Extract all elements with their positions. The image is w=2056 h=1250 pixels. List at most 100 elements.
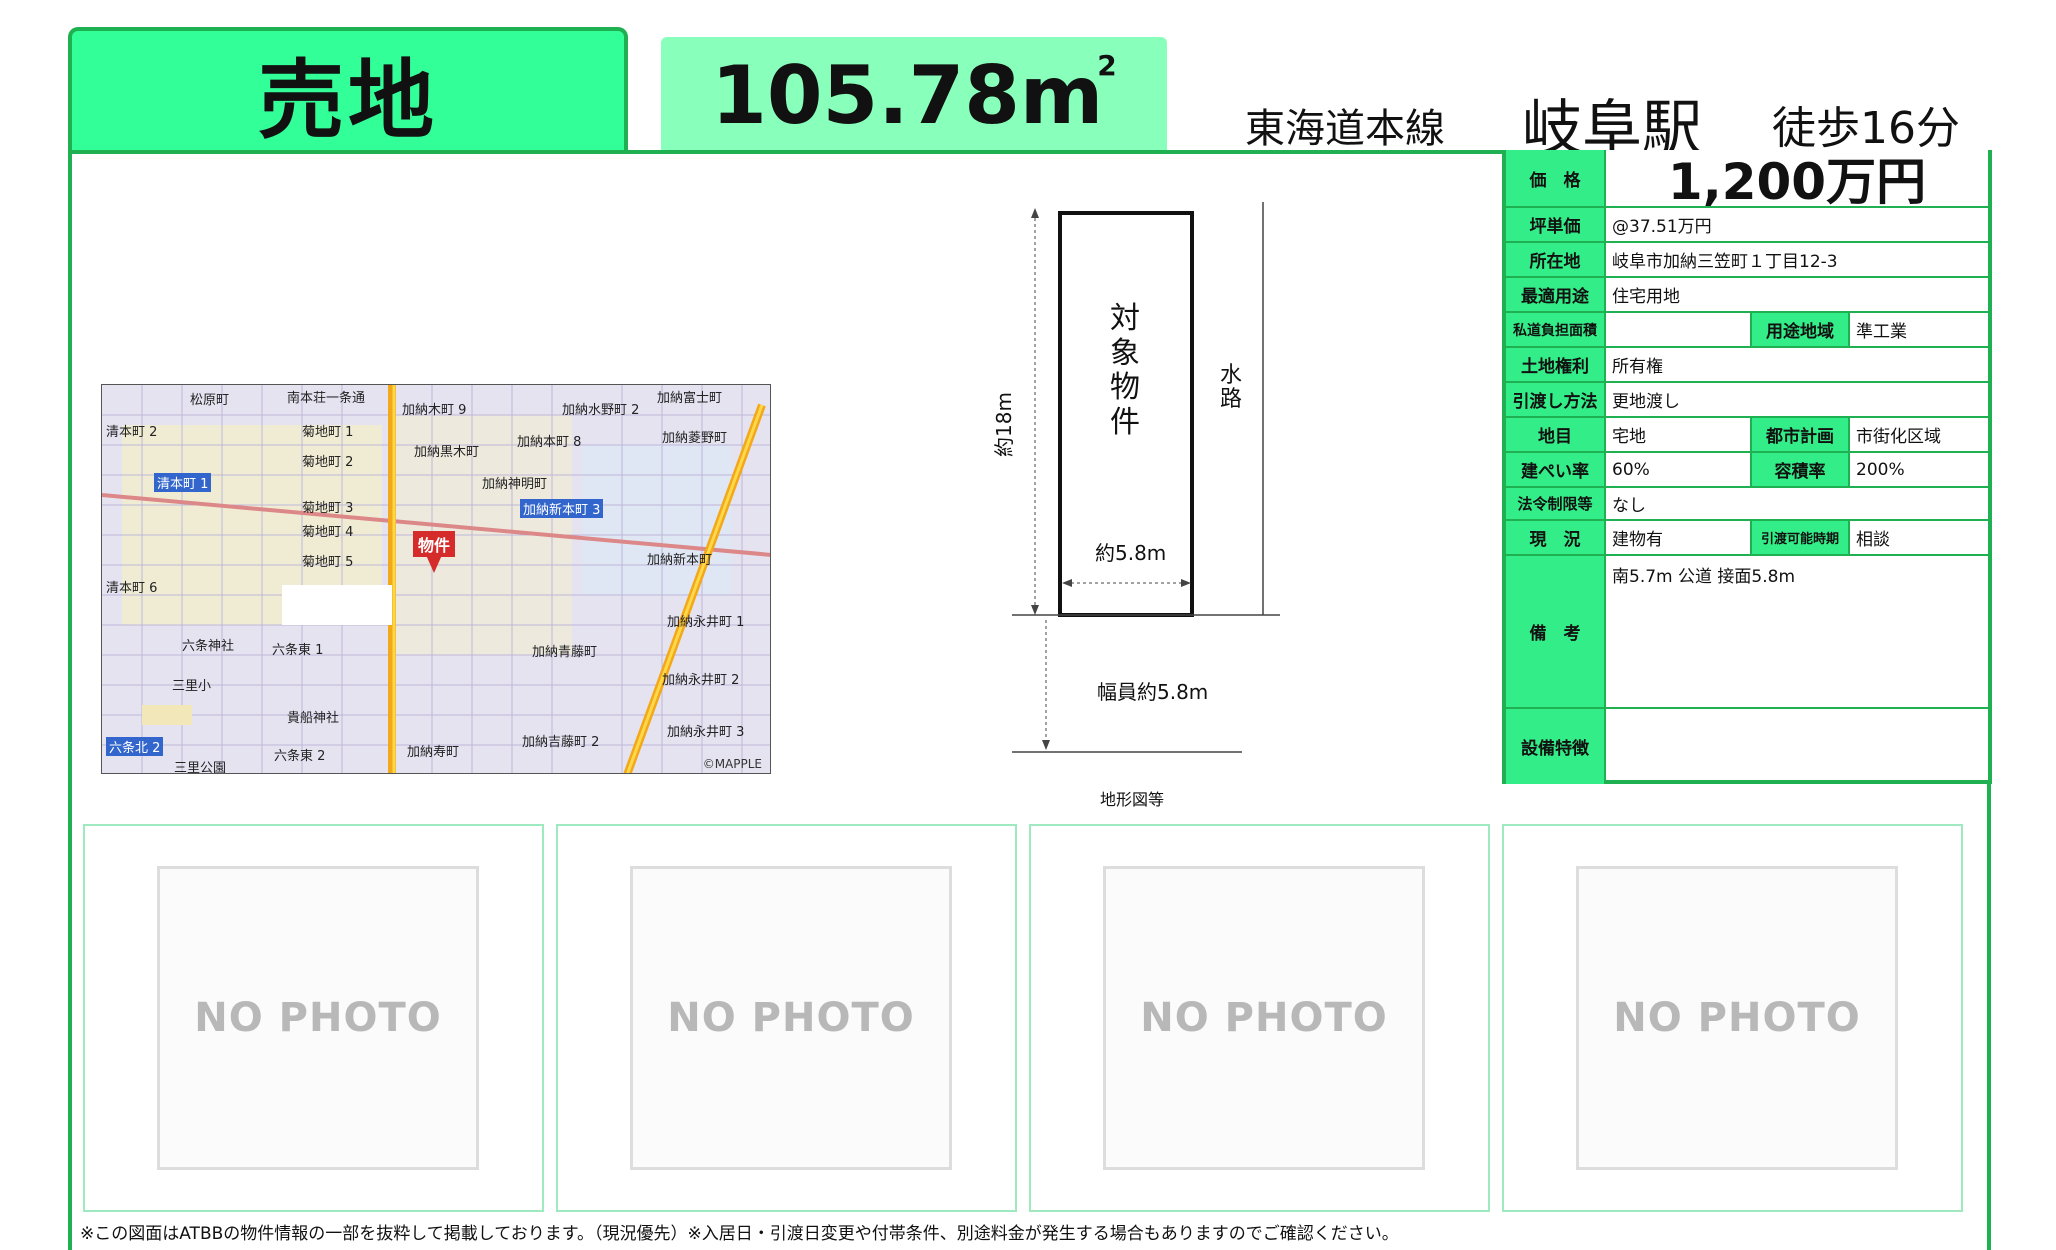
area-unit-sup: 2 — [1097, 48, 1117, 82]
category-tab: 売地 — [68, 27, 628, 153]
tsubo-price-label: 坪単価 — [1506, 208, 1606, 241]
row-land-category: 地目 宅地 都市計画 市街化区域 — [1506, 418, 1988, 453]
depth-dimension: 約18m — [991, 392, 1016, 457]
row-legal-limits: 法令制限等 なし — [1506, 488, 1988, 521]
map-label: 加納富士町 — [657, 391, 723, 406]
map-label: 加納永井町 2 — [662, 673, 740, 688]
map-label: 清本町 6 — [106, 581, 158, 596]
photo-slot-4[interactable]: NO PHOTO — [1502, 824, 1963, 1212]
city-plan-value: 市街化区域 — [1856, 427, 1941, 447]
map-label: 菊地町 4 — [302, 525, 354, 540]
land-category-label: 地目 — [1506, 418, 1606, 451]
delivery-value: 更地渡し — [1612, 392, 1680, 412]
price-value: 1,200万円 — [1667, 153, 1927, 211]
map-label: 加納黒木町 — [414, 445, 480, 460]
waterway-label: 水路 — [1220, 363, 1243, 413]
map-label: 菊地町 2 — [302, 455, 354, 470]
map-label: 菊地町 3 — [302, 501, 354, 516]
location-value: 岐阜市加納三笠町１丁目12-3 — [1612, 252, 1838, 272]
map-label: 六条東 1 — [272, 643, 324, 658]
status-label: 現 況 — [1506, 521, 1606, 554]
coverage-value: 60% — [1606, 453, 1752, 486]
diagram-caption: 地形図等 — [1100, 790, 1165, 809]
property-marker-badge: 物件 — [413, 531, 456, 557]
no-photo-placeholder: NO PHOTO — [1103, 866, 1425, 1170]
map-credit: ©MAPPLE — [702, 757, 762, 771]
row-remarks: 備 考 南5.7m 公道 接面5.8m — [1506, 556, 1988, 709]
no-photo-placeholder: NO PHOTO — [1576, 866, 1898, 1170]
coverage-label: 建ぺい率 — [1506, 453, 1606, 486]
photo-slot-1[interactable]: NO PHOTO — [83, 824, 544, 1212]
map-label: 三里小 — [172, 679, 212, 694]
city-plan-label: 都市計画 — [1752, 418, 1850, 451]
railway-line: 東海道本線 — [1245, 106, 1445, 152]
remarks-value: 南5.7m 公道 接面5.8m — [1612, 567, 1795, 587]
private-road-value — [1606, 313, 1752, 346]
use-zone-label: 用途地域 — [1752, 313, 1850, 346]
photo-slot-3[interactable]: NO PHOTO — [1029, 824, 1490, 1212]
legal-limits-value: なし — [1612, 496, 1646, 516]
map-label: 加納菱野町 — [662, 431, 728, 446]
land-right-label: 土地権利 — [1506, 348, 1606, 381]
row-status: 現 況 建物有 引渡可能時期 相談 — [1506, 521, 1988, 556]
handover-time-label: 引渡可能時期 — [1752, 521, 1850, 554]
map-label: 加納永井町 1 — [667, 615, 745, 630]
map-label: 菊地町 1 — [302, 425, 354, 440]
row-tsubo-price: 坪単価 @37.51万円 — [1506, 208, 1988, 243]
disclaimer-footnote: ※この図面はATBBの物件情報の一部を抜粋して掲載しております。（現況優先）※入… — [80, 1224, 1399, 1244]
map-label: 加納本町 8 — [517, 435, 582, 450]
map-label: 清本町 2 — [106, 425, 158, 440]
delivery-label: 引渡し方法 — [1506, 383, 1606, 416]
location-map[interactable]: 松原町 南本荘一条通 加納富士町 清本町 2 菊地町 1 加納木町 9 加納水野… — [101, 384, 771, 774]
map-label: 六条北 2 — [106, 737, 164, 756]
row-price: 価 格 1,200万円 — [1506, 150, 1988, 211]
map-label: 清本町 1 — [154, 473, 212, 492]
property-pin-icon — [426, 555, 442, 573]
map-label: 加納永井町 3 — [667, 725, 745, 740]
map-label: 菊地町 5 — [302, 555, 354, 570]
map-label: 松原町 — [190, 393, 230, 408]
map-label: 加納寿町 — [407, 745, 460, 760]
map-label: 六条神社 — [182, 639, 235, 654]
area-tab: 105.78m 2 — [661, 37, 1167, 153]
map-label: 六条東 2 — [274, 749, 326, 764]
frontage-dimension: 約5.8m — [1095, 541, 1167, 565]
equipment-value — [1606, 709, 1988, 784]
map-label: 加納神明町 — [482, 477, 548, 492]
status-value: 建物有 — [1606, 521, 1752, 554]
row-coverage: 建ぺい率 60% 容積率 200% — [1506, 453, 1988, 488]
photo-slot-2[interactable]: NO PHOTO — [556, 824, 1017, 1212]
floor-ratio-value: 200% — [1856, 459, 1905, 480]
map-label: 三里公園 — [174, 761, 227, 774]
tsubo-price-value: @37.51万円 — [1612, 217, 1712, 237]
map-label: 貴船神社 — [287, 711, 340, 726]
row-best-use: 最適用途 住宅用地 — [1506, 278, 1988, 313]
floor-ratio-label: 容積率 — [1752, 453, 1850, 486]
land-category-value: 宅地 — [1606, 418, 1752, 451]
no-photo-placeholder: NO PHOTO — [157, 866, 479, 1170]
handover-time-value: 相談 — [1856, 530, 1890, 550]
map-label: 加納吉藤町 2 — [522, 735, 600, 750]
best-use-label: 最適用途 — [1506, 278, 1606, 311]
no-photo-placeholder: NO PHOTO — [630, 866, 952, 1170]
land-right-value: 所有権 — [1612, 357, 1663, 377]
map-label: 加納新本町 3 — [520, 499, 604, 518]
row-delivery: 引渡し方法 更地渡し — [1506, 383, 1988, 418]
target-property-label: 対象物件 — [1110, 301, 1140, 440]
map-label: 加納木町 9 — [402, 403, 467, 418]
property-info-table: 価 格 1,200万円 坪単価 @37.51万円 所在地 岐阜市加納三笠町１丁目… — [1502, 150, 1992, 784]
legal-limits-label: 法令制限等 — [1506, 488, 1606, 519]
road-width-dimension: 幅員約5.8m — [1097, 680, 1209, 704]
row-location: 所在地 岐阜市加納三笠町１丁目12-3 — [1506, 243, 1988, 278]
location-label: 所在地 — [1506, 243, 1606, 276]
remarks-label: 備 考 — [1506, 556, 1606, 707]
land-diagram: 対象物件 水路 約18m 約5.8m 幅員約5.8m — [990, 190, 1310, 770]
row-equipment: 設備特徴 — [1506, 709, 1988, 784]
price-label: 価 格 — [1506, 150, 1606, 206]
best-use-value: 住宅用地 — [1612, 287, 1680, 307]
map-label: 加納青藤町 — [532, 645, 598, 660]
area-value: 105.78m — [711, 48, 1104, 142]
use-zone-value: 準工業 — [1856, 322, 1907, 342]
row-land-right: 土地権利 所有権 — [1506, 348, 1988, 383]
row-private-road: 私道負担面積 用途地域 準工業 — [1506, 313, 1988, 348]
